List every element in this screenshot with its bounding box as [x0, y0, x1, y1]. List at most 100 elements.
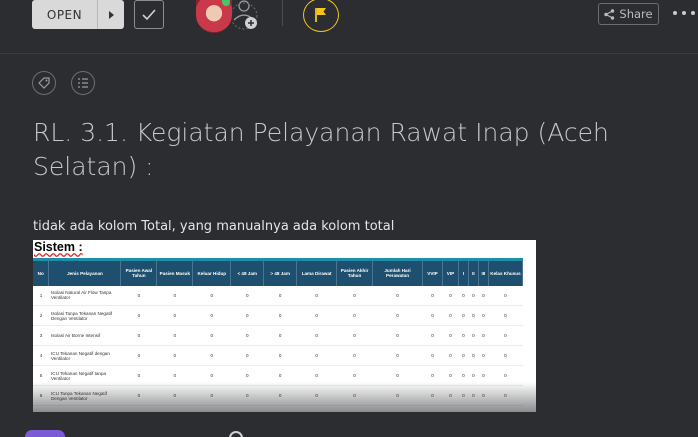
table-cell: 0: [336, 285, 373, 306]
embed-fade-overlay: [33, 382, 536, 412]
table-cell: 0: [478, 345, 489, 366]
open-button[interactable]: OPEN: [32, 0, 98, 29]
table-cell: 0: [442, 345, 459, 366]
mark-complete-button[interactable]: [134, 0, 164, 29]
table-cell: 0: [458, 345, 469, 366]
row-number: 4: [33, 345, 49, 366]
table-cell: 0: [263, 285, 297, 306]
table-cell: 0: [336, 325, 373, 346]
table-cell: 0: [192, 305, 231, 326]
table-cell: 0: [488, 345, 523, 366]
toolbar-divider: [282, 0, 283, 26]
add-person-icon: [230, 0, 258, 30]
table-cell: 0: [372, 325, 423, 346]
table-cell: 0: [296, 305, 337, 326]
share-icon: [604, 8, 615, 20]
table-cell: 0: [422, 325, 443, 346]
table-cell: 0: [442, 305, 459, 326]
column-header: Jumlah Hari Perawatan: [372, 258, 423, 286]
table-cell: 0: [296, 285, 337, 306]
search-icon[interactable]: [229, 431, 243, 437]
page-title: RL. 3.1. Kegiatan Pelayanan Rawat Inap (…: [33, 118, 609, 181]
table-cell: 0: [458, 305, 469, 326]
top-toolbar: OPEN Share: [0, 0, 698, 54]
column-header: Pasien Awal Tahun: [120, 258, 158, 286]
tag-button[interactable]: [32, 71, 56, 95]
table-cell: 0: [468, 285, 479, 306]
table-cell: 0: [442, 325, 459, 346]
add-member-button[interactable]: [230, 0, 260, 32]
share-label: Share: [619, 7, 653, 21]
table-row: 3 Isolasi Air Borne Intensif 0 0 0 0 0 0 0 0 0 0 0 0 0…: [33, 325, 523, 346]
service-name: Isolasi Air Borne Intensif: [48, 325, 121, 346]
more-dots-icon[interactable]: [673, 6, 695, 20]
table-cell: 0: [458, 325, 469, 346]
table-row: 4 ICU Tekanan Negatif dengan Ventilator 0 0…: [33, 345, 523, 366]
column-header: Kelas Khusus: [488, 258, 524, 286]
column-header: VIP: [442, 258, 459, 286]
checklist-button[interactable]: [71, 71, 95, 95]
table-cell: 0: [263, 325, 297, 346]
table-cell: 0: [458, 285, 469, 306]
table-cell: 0: [263, 345, 297, 366]
table-cell: 0: [230, 325, 264, 346]
table-cell: 0: [478, 305, 489, 326]
table-cell: 0: [468, 325, 479, 346]
table-cell: 0: [296, 345, 337, 366]
table-cell: 0: [488, 285, 523, 306]
table-cell: 0: [422, 305, 443, 326]
table-cell: 0: [120, 285, 157, 306]
open-dropdown-button[interactable]: [98, 0, 124, 29]
column-header: Pasien Akhir Tahun: [336, 258, 374, 286]
check-icon: [142, 8, 156, 20]
table-cell: 0: [478, 285, 489, 306]
column-header: Lama Dirawat: [296, 258, 338, 286]
table-cell: 0: [422, 345, 443, 366]
table-cell: 0: [192, 285, 231, 306]
table-cell: 0: [156, 305, 193, 326]
flag-button[interactable]: [303, 0, 339, 32]
table-cell: 0: [336, 345, 373, 366]
open-button-group: OPEN: [32, 0, 124, 29]
table-cell: 0: [468, 305, 479, 326]
table-cell: 0: [156, 345, 193, 366]
column-header: Pasien Masuk: [156, 258, 194, 286]
table-cell: 0: [372, 305, 423, 326]
column-header: III: [478, 258, 489, 286]
table-cell: 0: [230, 285, 264, 306]
tag-icon: [38, 77, 50, 89]
table-cell: 0: [372, 285, 423, 306]
row-number: 3: [33, 325, 49, 346]
table-cell: 0: [120, 325, 157, 346]
table-cell: 0: [488, 325, 523, 346]
table-cell: 0: [336, 305, 373, 326]
table-row: 1 Isolasi Natural Air Flow Tanpa Ventilat…: [33, 285, 523, 306]
column-header: II: [468, 258, 479, 286]
column-header: > 48 Jam: [263, 258, 298, 286]
table-cell: 0: [230, 305, 264, 326]
bottom-action-button[interactable]: [25, 430, 65, 437]
table-cell: 0: [156, 285, 193, 306]
table-cell: 0: [468, 345, 479, 366]
table-cell: 0: [230, 345, 264, 366]
table-cell: 0: [192, 325, 231, 346]
table-cell: 0: [192, 345, 231, 366]
embed-heading: Sistem :: [34, 240, 83, 254]
column-header: No: [33, 258, 50, 286]
table-cell: 0: [120, 345, 157, 366]
row-number: 2: [33, 305, 49, 326]
table-cell: 0: [422, 285, 443, 306]
column-header: < 48 Jam: [230, 258, 265, 286]
column-header: Keluar Hidup: [192, 258, 232, 286]
table-cell: 0: [442, 285, 459, 306]
table-cell: 0: [156, 325, 193, 346]
row-number: 1: [33, 285, 49, 306]
column-header: VVIP: [422, 258, 443, 286]
table-cell: 0: [263, 305, 297, 326]
share-button[interactable]: Share: [598, 3, 659, 25]
table-cell: 0: [120, 305, 157, 326]
embedded-screenshot[interactable]: Sistem : No Jenis Pelayanan Pasien Awal Ta…: [33, 240, 536, 412]
table-header-row: No Jenis Pelayanan Pasien Awal Tahun Pasien…: [33, 258, 524, 286]
table-cell: 0: [372, 345, 423, 366]
column-header: I: [458, 258, 469, 286]
